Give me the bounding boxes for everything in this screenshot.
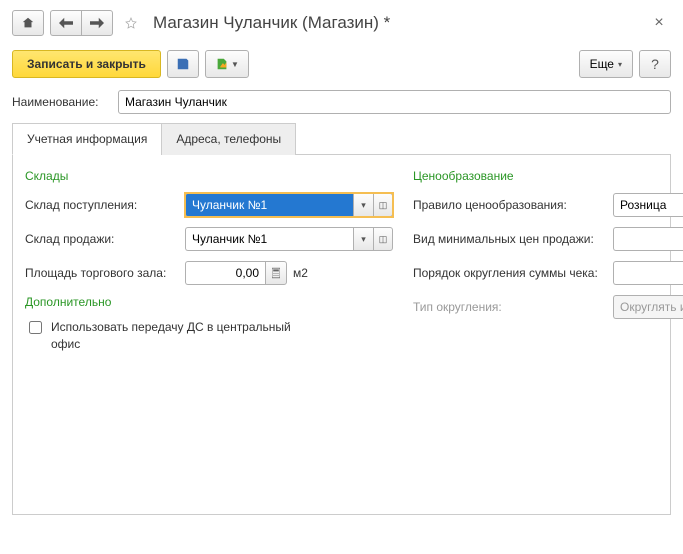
rounding-type-combo: ▾ (613, 295, 683, 319)
area-input[interactable] (185, 261, 265, 285)
report-button[interactable]: ▼ (205, 50, 249, 78)
pricing-rule-combo: ▾ ◫ (613, 193, 683, 217)
receipt-warehouse-label: Склад поступления: (25, 198, 185, 212)
tab-accounting[interactable]: Учетная информация (12, 123, 162, 155)
area-unit: м2 (293, 266, 308, 280)
name-label: Наименование: (12, 95, 112, 109)
close-icon: × (654, 14, 663, 31)
chevron-down-icon: ▼ (231, 60, 239, 69)
left-column: Склады Склад поступления: ▾ ◫ Склад прод… (25, 169, 393, 500)
receipt-warehouse-combo: ▾ ◫ (185, 193, 393, 217)
open-icon: ◫ (379, 234, 388, 245)
sale-warehouse-input[interactable] (185, 227, 353, 251)
rounding-type-input (613, 295, 683, 319)
chevron-down-icon: ▾ (361, 234, 366, 245)
open-icon: ◫ (379, 200, 388, 211)
min-price-combo: ▾ ◫ (613, 227, 683, 251)
calculator-button[interactable] (265, 261, 287, 285)
sale-warehouse-label: Склад продажи: (25, 232, 185, 246)
home-icon (21, 16, 35, 30)
dropdown-button[interactable]: ▾ (353, 193, 373, 217)
chevron-down-icon: ▾ (361, 200, 366, 211)
help-button[interactable]: ? (639, 50, 671, 78)
min-price-label: Вид минимальных цен продажи: (413, 232, 613, 246)
receipt-warehouse-input[interactable] (185, 193, 353, 217)
calculator-icon (272, 267, 280, 279)
save-icon (176, 57, 190, 71)
rounding-order-combo: ▾ (613, 261, 683, 285)
name-input[interactable] (118, 90, 671, 114)
rounding-order-input[interactable] (613, 261, 683, 285)
min-price-input[interactable] (613, 227, 683, 251)
additional-section: Дополнительно (25, 295, 393, 309)
rounding-type-label: Тип округления: (413, 300, 613, 314)
report-icon (215, 57, 229, 71)
tabs: Учетная информация Адреса, телефоны (12, 122, 671, 155)
tab-addresses[interactable]: Адреса, телефоны (161, 123, 296, 155)
toolbar: Записать и закрыть ▼ Еще ▾ ? (12, 44, 671, 90)
right-column: Ценообразование Правило ценообразования:… (413, 169, 683, 500)
open-button[interactable]: ◫ (373, 193, 393, 217)
favorite-button[interactable] (119, 11, 143, 35)
pricing-rule-input[interactable] (613, 193, 683, 217)
save-close-button[interactable]: Записать и закрыть (12, 50, 161, 78)
close-button[interactable]: × (647, 11, 671, 35)
transfer-checkbox-label: Использовать передачу ДС в центральный о… (51, 319, 291, 353)
pricing-rule-label: Правило ценообразования: (413, 198, 613, 212)
titlebar: Магазин Чуланчик (Магазин) * × (12, 10, 671, 44)
warehouses-section: Склады (25, 169, 393, 183)
transfer-checkbox[interactable] (29, 321, 42, 334)
tab-body: Склады Склад поступления: ▾ ◫ Склад прод… (12, 155, 671, 515)
chevron-down-icon: ▾ (618, 60, 622, 69)
open-button[interactable]: ◫ (373, 227, 393, 251)
window-title: Магазин Чуланчик (Магазин) * (153, 13, 390, 33)
area-label: Площадь торгового зала: (25, 266, 185, 280)
star-icon (125, 14, 137, 32)
more-button[interactable]: Еще ▾ (579, 50, 633, 78)
back-button[interactable] (50, 10, 81, 36)
save-button[interactable] (167, 50, 199, 78)
pricing-section: Ценообразование (413, 169, 683, 183)
forward-button[interactable] (81, 10, 113, 36)
help-icon: ? (651, 56, 659, 72)
dropdown-button[interactable]: ▾ (353, 227, 373, 251)
sale-warehouse-combo: ▾ ◫ (185, 227, 393, 251)
arrow-right-icon (90, 17, 104, 29)
home-button[interactable] (12, 10, 44, 36)
arrow-left-icon (59, 17, 73, 29)
rounding-order-label: Порядок округления суммы чека: (413, 266, 613, 280)
